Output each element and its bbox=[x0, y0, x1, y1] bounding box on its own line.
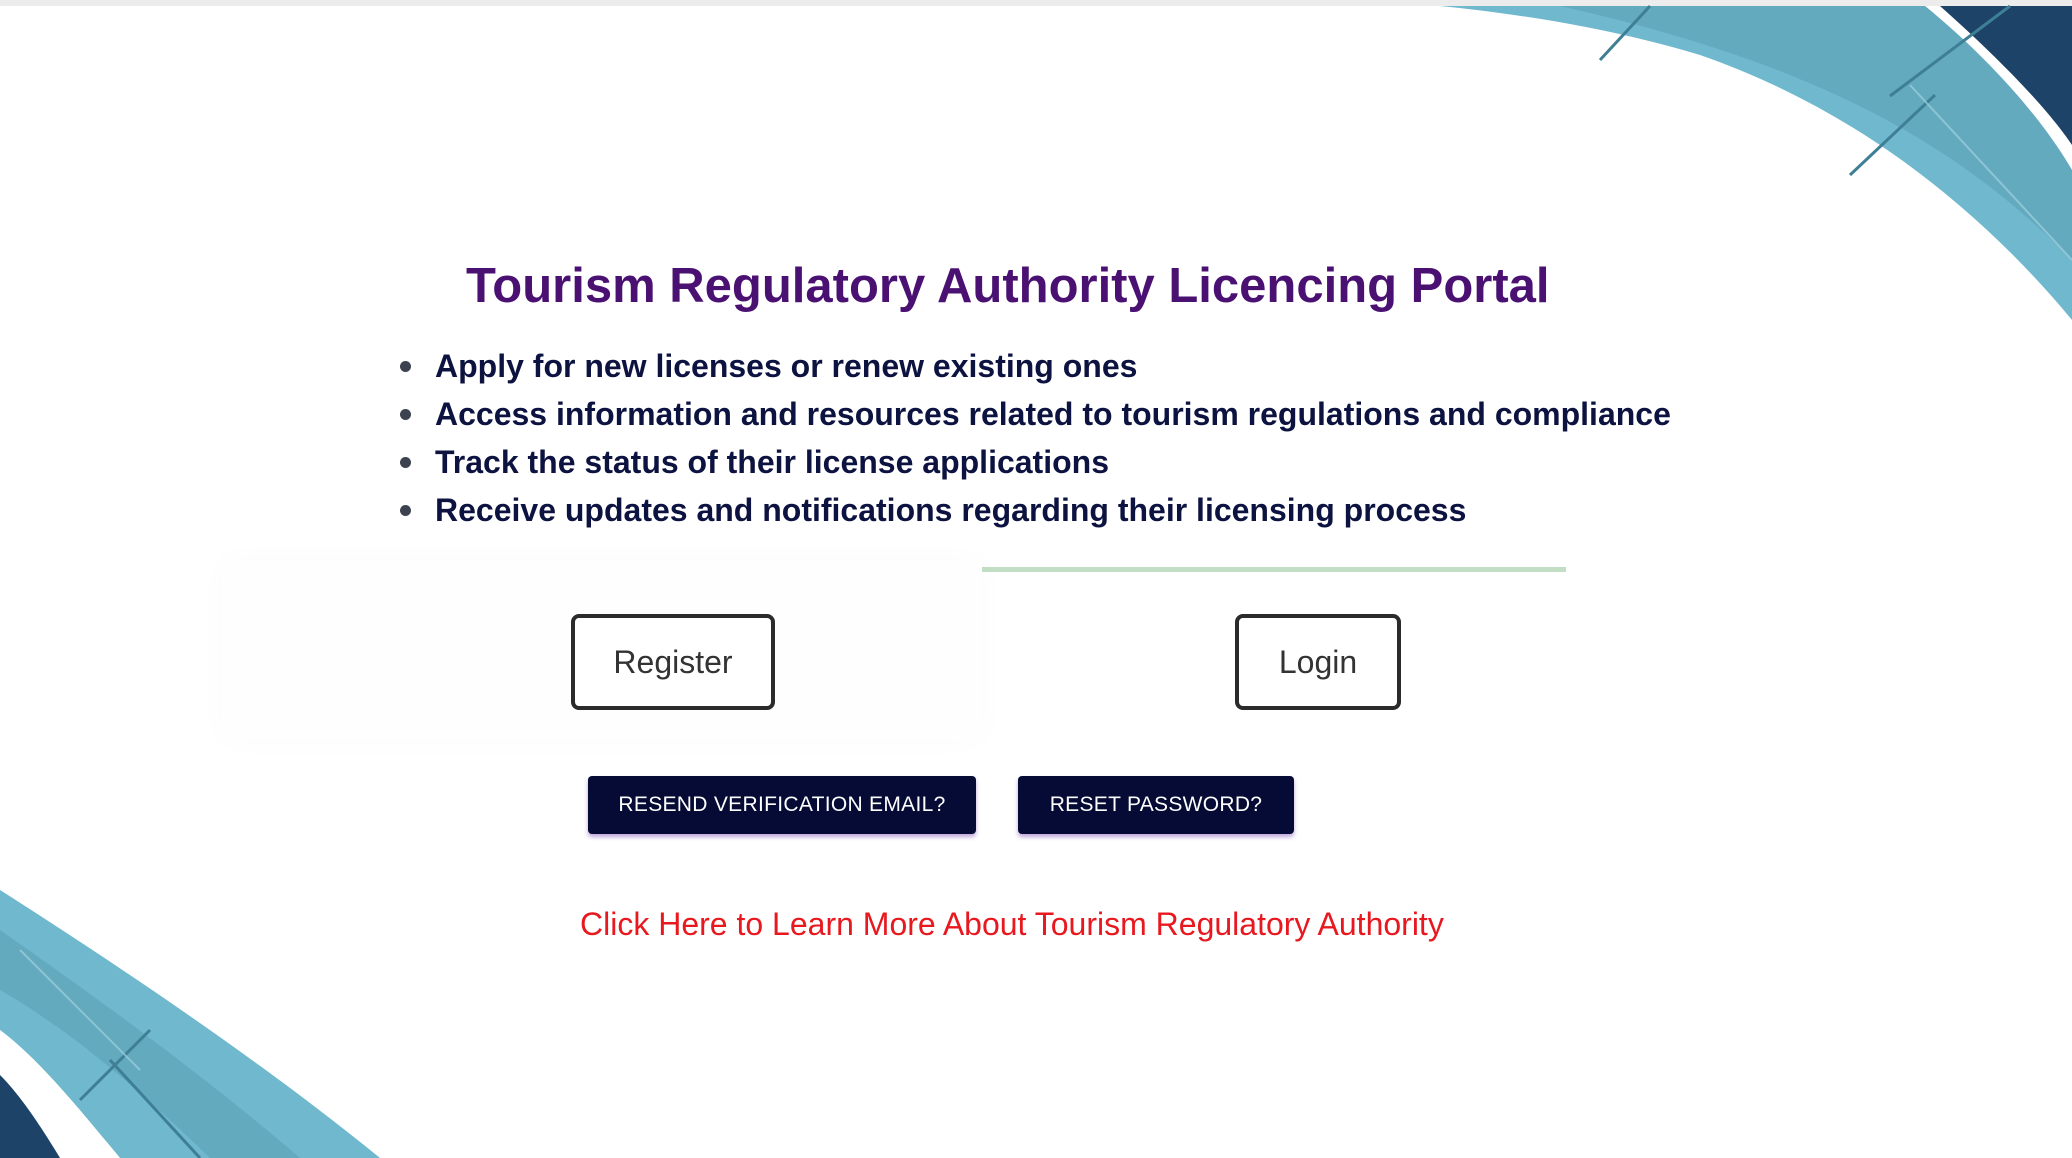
main-content: Tourism Regulatory Authority Licencing P… bbox=[0, 0, 2072, 1158]
reset-password-button[interactable]: RESET PASSWORD? bbox=[1018, 776, 1294, 834]
feature-item: Apply for new licenses or renew existing… bbox=[400, 342, 1700, 390]
bullet-icon bbox=[400, 409, 411, 420]
resend-verification-email-button[interactable]: RESEND VERIFICATION EMAIL? bbox=[588, 776, 976, 834]
feature-text: Access information and resources related… bbox=[435, 396, 1671, 432]
login-button[interactable]: Login bbox=[1235, 614, 1401, 710]
feature-item: Access information and resources related… bbox=[400, 390, 1700, 438]
feature-list: Apply for new licenses or renew existing… bbox=[400, 342, 1700, 534]
page-title: Tourism Regulatory Authority Licencing P… bbox=[466, 259, 1550, 313]
bullet-icon bbox=[400, 457, 411, 468]
register-button[interactable]: Register bbox=[571, 614, 775, 710]
feature-item: Receive updates and notifications regard… bbox=[400, 486, 1700, 534]
feature-text: Receive updates and notifications regard… bbox=[435, 492, 1467, 528]
learn-more-link[interactable]: Click Here to Learn More About Tourism R… bbox=[580, 906, 1444, 943]
bullet-icon bbox=[400, 361, 411, 372]
feature-text: Apply for new licenses or renew existing… bbox=[435, 348, 1138, 384]
feature-item: Track the status of their license applic… bbox=[400, 438, 1700, 486]
feature-text: Track the status of their license applic… bbox=[435, 444, 1109, 480]
bullet-icon bbox=[400, 505, 411, 516]
